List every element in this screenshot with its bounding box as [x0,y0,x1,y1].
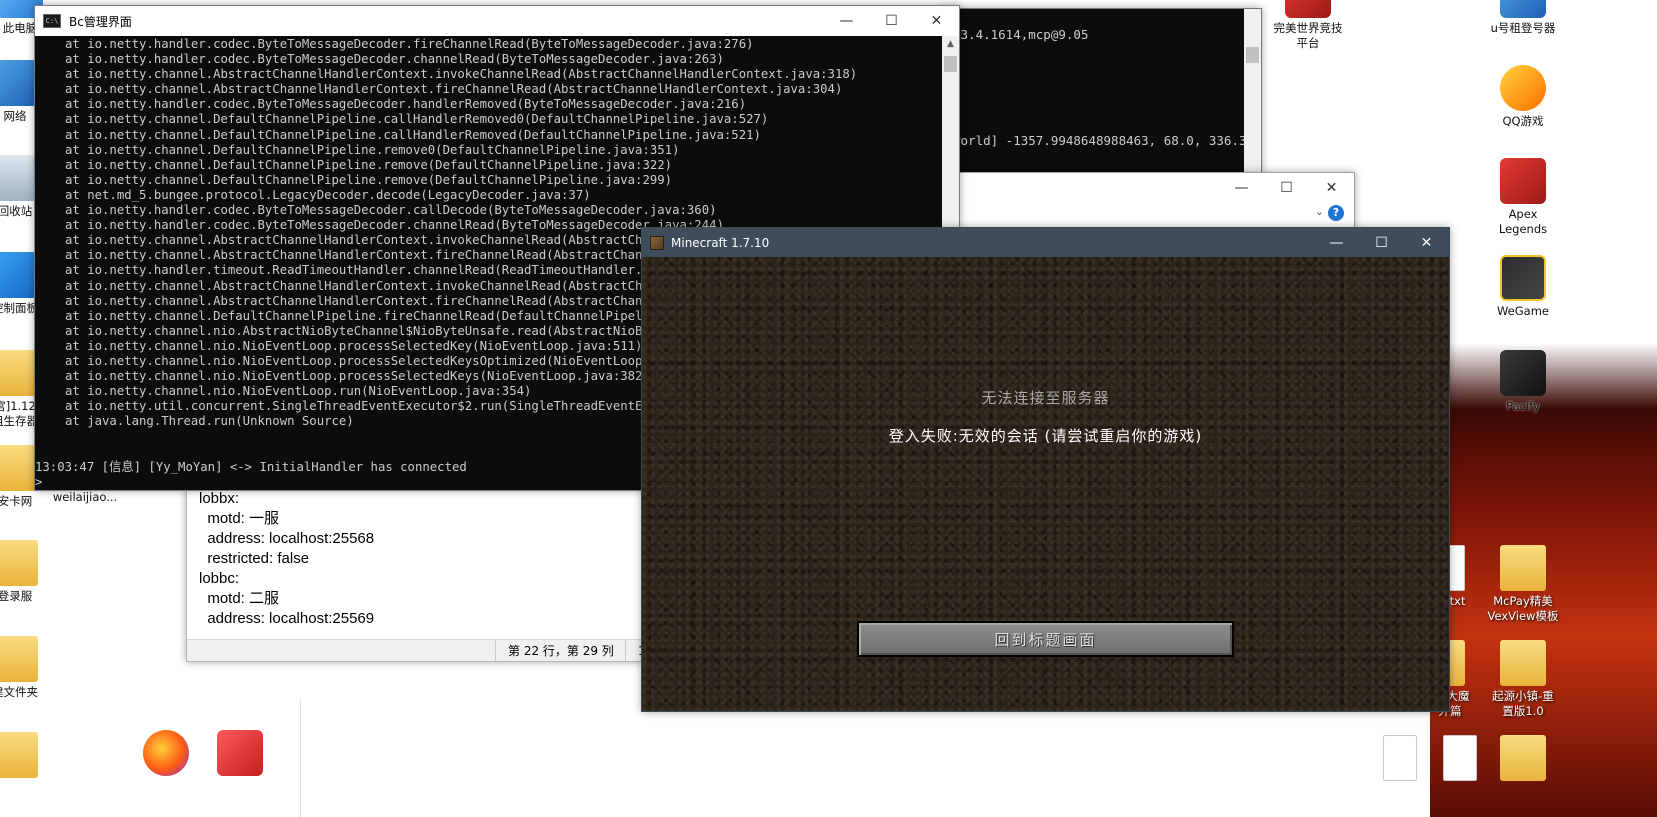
maximize-button[interactable]: ☐ [869,6,914,36]
scrollbar-thumb[interactable] [1246,47,1259,63]
server-console-window[interactable]: 13.4.1614,mcp@9.05 world] -1357.99486489… [940,8,1262,178]
editor-text-area[interactable]: lobbx: motd: 一服 address: localhost:25568… [199,489,374,629]
stack-trace-line: at io.netty.channel.DefaultChannelPipeli… [65,172,673,187]
folder-icon [1500,640,1546,686]
folder-icon [0,732,38,778]
back-to-title-button[interactable]: 回到标题画面 [857,621,1234,657]
minecraft-icon [650,235,664,250]
u-rent-icon [1500,0,1546,18]
close-button[interactable]: ✕ [1404,228,1449,258]
minimize-button[interactable]: — [1314,228,1359,258]
file-icon [1383,735,1417,781]
console-log-line: 13:03:47 [信息] [Yy_MoYan] <-> InitialHand… [35,460,467,474]
desktop-icon-folder-bottom[interactable] [0,732,55,781]
desktop-icon-firefox[interactable] [126,730,206,779]
game-screen: 无法连接至服务器 登入失败:无效的会话 (请尝试重启你的游戏) 回到标题画面 [642,257,1449,711]
recycle-bin-icon [0,155,38,201]
scrollbar-thumb[interactable] [944,56,957,72]
console-scrollbar[interactable] [1244,9,1261,177]
window-controls: — ☐ ✕ [1219,173,1354,203]
chevron-down-icon[interactable]: ⌄ [1315,205,1324,218]
apex-legends-icon [1500,158,1546,204]
desktop-icon-pacify[interactable]: Pacify [1483,350,1563,414]
close-button[interactable]: ✕ [914,6,959,36]
stack-trace-line: at net.md_5.bungee.protocol.LegacyDecode… [65,187,591,202]
stack-trace-line: at io.netty.channel.AbstractChannelHandl… [65,82,843,97]
control-panel-icon [0,252,38,298]
help-icon[interactable]: ? [1328,205,1344,221]
window-titlebar[interactable]: C:\ Bc管理界面 — ☐ ✕ [35,6,959,36]
minimize-button[interactable]: — [824,6,869,36]
folder-icon [1500,735,1546,781]
desktop-blank-area-2 [450,700,1430,817]
desktop-icon-mcpay[interactable]: McPay精美 VexView模板 [1483,545,1563,624]
maximize-button[interactable]: ☐ [1359,228,1404,258]
firefox-icon [143,730,189,776]
desktop-icon-folder-3[interactable] [1483,735,1563,784]
wegame-icon [1500,255,1546,301]
desktop-icon-u-rent[interactable]: u号租登号器 [1483,0,1563,36]
desktop-icon-autocad[interactable] [200,730,280,779]
desktop-icon-new-folder[interactable]: 建文件夹 [0,636,55,700]
folder-icon [0,636,38,682]
editor-status-bar: 第 22 行，第 29 列 1 [187,639,645,661]
console-line: world] -1357.9948648988463, 68.0, 336.3 [953,133,1247,148]
folder-icon [0,540,38,586]
perfect-world-icon [1285,0,1331,18]
stack-trace-line: at io.netty.handler.codec.ByteToMessageD… [65,52,724,67]
scroll-up-arrow-icon[interactable]: ▲ [942,36,959,53]
folder-icon [0,350,38,396]
close-button[interactable]: ✕ [1309,173,1354,203]
file-icon [1443,735,1477,781]
stack-trace-line: at io.netty.channel.AbstractChannelHandl… [65,67,858,82]
window-titlebar[interactable]: Minecraft 1.7.10 — ☐ ✕ [642,228,1449,257]
desktop-icon-qq-game[interactable]: QQ游戏 [1483,65,1563,129]
minecraft-window[interactable]: Minecraft 1.7.10 — ☐ ✕ 无法连接至服务器 登入失败:无效的… [641,227,1450,712]
desktop-icon-perfect-world[interactable]: 完美世界竞技 平台 [1268,0,1348,51]
error-message: 登入失败:无效的会话 (请尝试重启你的游戏) [888,427,1203,445]
window-controls: — ☐ ✕ [824,6,959,36]
console-prompt[interactable]: > [35,475,42,490]
stack-trace-line: at io.netty.handler.codec.ByteToMessageD… [65,203,717,218]
stack-trace-line: at io.netty.channel.DefaultChannelPipeli… [65,157,673,172]
qq-penguin-icon [1500,65,1546,111]
pacify-icon [1500,350,1546,396]
window-controls: — ☐ ✕ [1314,228,1449,258]
desktop-icon-apex-legends[interactable]: Apex Legends [1483,158,1563,237]
network-icon [0,60,38,106]
console-line: 13.4.1614,mcp@9.05 [953,27,1089,42]
desktop-icon-wegame[interactable]: WeGame [1483,255,1563,319]
desktop-icon-origin-town[interactable]: 起源小镇-重 置版1.0 [1483,640,1563,719]
maximize-button[interactable]: ☐ [1264,173,1309,203]
stack-trace-line: at io.netty.channel.DefaultChannelPipeli… [65,127,761,142]
text-editor-window[interactable]: lobbx: motd: 一服 address: localhost:25568… [186,486,646,662]
stack-trace-line: at io.netty.handler.codec.ByteToMessageD… [65,37,754,51]
cmd-icon: C:\ [43,14,61,28]
desktop-blank-area [300,700,450,817]
error-title: 无法连接至服务器 [981,389,1110,407]
background-dialog-window[interactable]: — ☐ ✕ ⌄ ? [940,172,1355,232]
cursor-position: 第 22 行，第 29 列 [495,640,625,661]
stack-trace-line: at io.netty.channel.DefaultChannelPipeli… [65,142,680,157]
autocad-icon [217,730,263,776]
folder-icon [0,445,38,491]
window-title: Bc管理界面 [69,14,132,29]
desktop-icon-weilaijiao[interactable]: weilaijiao... [45,490,125,505]
window-title: Minecraft 1.7.10 [671,235,770,250]
desktop-icon-login-server[interactable]: 登录服 [0,540,55,604]
stack-trace-line: at io.netty.channel.DefaultChannelPipeli… [65,112,769,127]
folder-icon [1500,545,1546,591]
minimize-button[interactable]: — [1219,173,1264,203]
stack-trace-line: at io.netty.handler.codec.ByteToMessageD… [65,97,747,112]
